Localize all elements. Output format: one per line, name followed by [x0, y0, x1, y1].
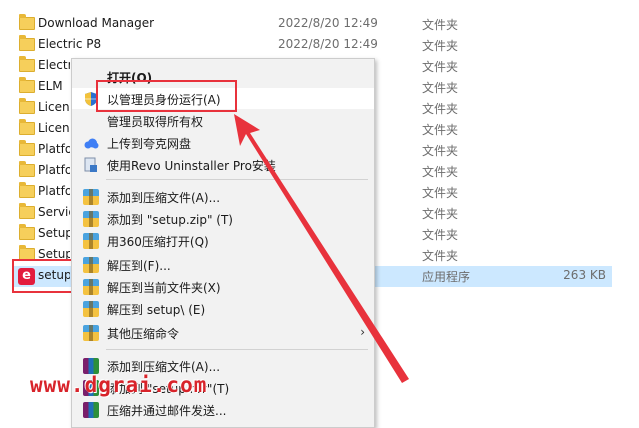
archive-icon — [83, 189, 99, 205]
menu-item-other-commands[interactable]: 其他压缩命令 › — [72, 322, 374, 343]
menu-item-revo-install[interactable]: 使用Revo Uninstaller Pro安装 — [72, 154, 374, 175]
folder-icon — [19, 203, 35, 219]
menu-separator — [106, 349, 368, 350]
archive-icon — [83, 211, 99, 227]
cloud-icon — [83, 135, 99, 151]
menu-item-extract-here[interactable]: 解压到当前文件夹(X) — [72, 276, 374, 297]
menu-item-extract-setup[interactable]: 解压到 setup\ (E) — [72, 298, 374, 319]
folder-icon — [19, 119, 35, 135]
menu-item-upload-quark[interactable]: 上传到夸克网盘 — [72, 132, 374, 153]
archive-icon — [83, 301, 99, 317]
chevron-right-icon: › — [360, 325, 365, 339]
shield-icon — [83, 91, 99, 107]
menu-item-add-setup-zip[interactable]: 添加到 "setup.zip" (T) — [72, 208, 374, 229]
winrar-icon — [83, 358, 99, 374]
file-row-download-manager[interactable]: Download Manager 2022/8/20 12:49 文件夹 — [0, 14, 639, 35]
menu-item-take-ownership[interactable]: 管理员取得所有权 — [72, 110, 374, 131]
setup-app-icon: e — [18, 268, 35, 285]
folder-icon — [19, 245, 35, 261]
menu-item-extract-to[interactable]: 解压到(F)... — [72, 254, 374, 275]
archive-icon — [83, 257, 99, 273]
folder-icon — [19, 140, 35, 156]
folder-icon — [19, 98, 35, 114]
menu-item-open-360[interactable]: 用360压缩打开(Q) — [72, 230, 374, 251]
file-row-electric-p8[interactable]: Electric P8 2022/8/20 12:49 文件夹 — [0, 35, 639, 56]
folder-icon — [19, 182, 35, 198]
archive-icon — [83, 233, 99, 249]
folder-icon — [19, 14, 35, 30]
folder-icon — [19, 161, 35, 177]
menu-separator — [106, 179, 368, 180]
menu-item-add-archive[interactable]: 添加到压缩文件(A)... — [72, 186, 374, 207]
folder-icon — [19, 35, 35, 51]
watermark-text: www.dgrai.com — [30, 373, 208, 397]
menu-item-rar-email[interactable]: 压缩并通过邮件发送... — [72, 399, 374, 420]
menu-item-open[interactable]: 打开(O) — [72, 66, 374, 87]
folder-icon — [19, 56, 35, 72]
revo-uninstaller-icon — [83, 157, 99, 173]
archive-icon — [83, 279, 99, 295]
folder-icon — [19, 224, 35, 240]
winrar-icon — [83, 402, 99, 418]
menu-item-run-as-admin[interactable]: 以管理员身份运行(A) — [72, 88, 374, 109]
folder-icon — [19, 77, 35, 93]
archive-icon — [83, 325, 99, 341]
